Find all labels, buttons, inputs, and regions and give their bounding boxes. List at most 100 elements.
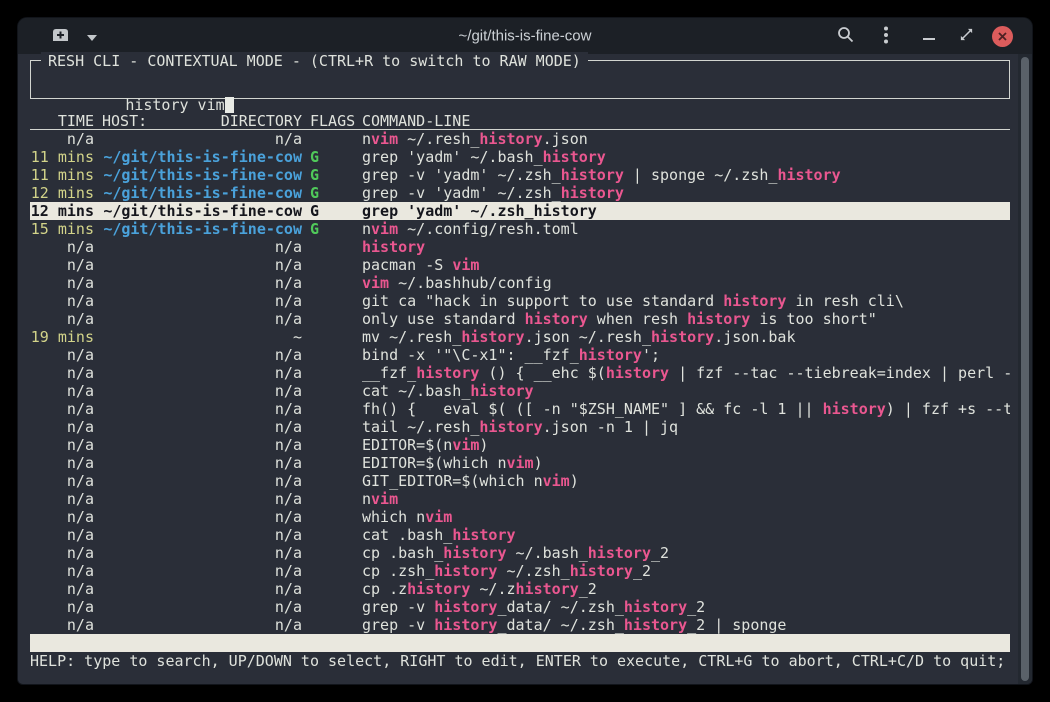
- close-button[interactable]: [990, 24, 1014, 48]
- resh-mode-title: RESH CLI - CONTEXTUAL MODE - (CTRL+R to …: [41, 52, 588, 70]
- history-row[interactable]: n/an/anvim: [30, 490, 1010, 508]
- history-row-selected[interactable]: 12 mins~/git/this-is-fine-cowGgrep 'yadm…: [30, 202, 1010, 220]
- row-time: n/a: [30, 364, 94, 382]
- history-row[interactable]: 19 mins~mv ~/.resh_history.json ~/.resh_…: [30, 328, 1010, 346]
- row-time: n/a: [30, 382, 94, 400]
- row-flags: [310, 292, 354, 310]
- match-highlight: vim: [543, 472, 570, 490]
- row-time: 19 mins: [30, 328, 94, 346]
- history-row[interactable]: 12 mins~/git/this-is-fine-cowGgrep -v 'y…: [30, 184, 1010, 202]
- row-directory: ~/git/this-is-fine-cow: [102, 202, 302, 220]
- match-highlight: history: [651, 328, 714, 346]
- scrollbar-thumb[interactable]: [1021, 57, 1029, 681]
- match-highlight: history: [434, 598, 497, 616]
- row-directory: n/a: [102, 292, 302, 310]
- history-row[interactable]: n/an/anvim ~/.resh_history.json: [30, 130, 1010, 148]
- history-row[interactable]: 11 mins~/git/this-is-fine-cowGgrep 'yadm…: [30, 148, 1010, 166]
- match-highlight: vim: [452, 436, 479, 454]
- table-header: TIME HOST: DIRECTORY FLAGS COMMAND-LINE: [30, 112, 1010, 130]
- history-row[interactable]: n/an/a__fzf_history () { __ehc $(history…: [30, 364, 1010, 382]
- text-cursor: [225, 97, 234, 113]
- row-directory: n/a: [102, 382, 302, 400]
- restore-button[interactable]: [954, 24, 978, 48]
- row-command: cp .zsh_history ~/.zsh_history_2: [362, 562, 1010, 580]
- history-row[interactable]: n/an/afh() { eval $( ([ -n "$ZSH_NAME" ]…: [30, 400, 1010, 418]
- row-time: n/a: [30, 508, 94, 526]
- history-row[interactable]: n/an/acp .zhistory ~/.zhistory_2: [30, 580, 1010, 598]
- new-tab-button[interactable]: [48, 24, 72, 48]
- match-highlight: history: [777, 166, 840, 184]
- row-flags: [310, 562, 354, 580]
- col-header-command: COMMAND-LINE: [362, 112, 1010, 129]
- row-flags: G: [310, 166, 354, 184]
- match-highlight: history: [407, 580, 470, 598]
- row-directory: n/a: [102, 274, 302, 292]
- row-directory: n/a: [102, 454, 302, 472]
- row-time: n/a: [30, 436, 94, 454]
- match-highlight: history: [624, 598, 687, 616]
- row-command: nvim: [362, 490, 1010, 508]
- row-command: __fzf_history () { __ehc $(history | fzf…: [362, 364, 1010, 382]
- search-input[interactable]: history vim: [35, 78, 234, 96]
- match-highlight: vim: [507, 454, 534, 472]
- row-flags: G: [310, 202, 354, 220]
- history-row[interactable]: n/an/agit ca "hack in support to use sta…: [30, 292, 1010, 310]
- match-highlight: history: [543, 148, 606, 166]
- history-row[interactable]: n/an/aonly use standard history when res…: [30, 310, 1010, 328]
- row-flags: [310, 382, 354, 400]
- history-row[interactable]: n/an/awhich nvim: [30, 508, 1010, 526]
- history-row[interactable]: n/an/avim ~/.bashhub/config: [30, 274, 1010, 292]
- row-time: n/a: [30, 346, 94, 364]
- tab-dropdown-button[interactable]: [80, 24, 104, 48]
- match-highlight: vim: [371, 490, 398, 508]
- row-time: n/a: [30, 256, 94, 274]
- row-command: EDITOR=$(nvim): [362, 436, 1010, 454]
- row-command: nvim ~/.config/resh.toml: [362, 220, 1010, 238]
- row-flags: [310, 580, 354, 598]
- row-command: cat ~/.bash_history: [362, 382, 1010, 400]
- row-directory: n/a: [102, 346, 302, 364]
- history-row[interactable]: n/an/acat .bash_history: [30, 526, 1010, 544]
- history-row[interactable]: 11 mins~/git/this-is-fine-cowGgrep -v 'y…: [30, 166, 1010, 184]
- history-row[interactable]: n/an/aGIT_EDITOR=$(which nvim): [30, 472, 1010, 490]
- chevron-down-icon: [87, 29, 97, 44]
- row-time: n/a: [30, 400, 94, 418]
- resh-header-box: RESH CLI - CONTEXTUAL MODE - (CTRL+R to …: [30, 60, 1010, 99]
- row-command: git ca "hack in support to use standard …: [362, 292, 1010, 310]
- row-time: n/a: [30, 472, 94, 490]
- row-command: cat .bash_history: [362, 526, 1010, 544]
- history-row[interactable]: n/an/aEDITOR=$(nvim): [30, 436, 1010, 454]
- row-flags: [310, 256, 354, 274]
- row-time: n/a: [30, 544, 94, 562]
- minimize-button[interactable]: [917, 24, 941, 48]
- history-row[interactable]: n/a n/a cat ~/.bash_history: [30, 382, 1010, 400]
- history-row[interactable]: n/an/acp .zsh_history ~/.zsh_history_2: [30, 562, 1010, 580]
- history-row[interactable]: n/an/agrep -v history_data/ ~/.zsh_histo…: [30, 598, 1010, 616]
- history-row[interactable]: n/an/ahistory: [30, 238, 1010, 256]
- history-table-body: n/an/anvim ~/.resh_history.json11 mins~/…: [30, 130, 1010, 634]
- match-highlight: history: [606, 364, 669, 382]
- menu-button[interactable]: [874, 24, 898, 48]
- history-row[interactable]: n/an/atail ~/.resh_history.json -n 1 | j…: [30, 418, 1010, 436]
- row-flags: [310, 526, 354, 544]
- search-query-text: history vim: [125, 96, 224, 114]
- row-time: n/a: [30, 238, 94, 256]
- history-row[interactable]: 15 mins~/git/this-is-fine-cowGnvim ~/.co…: [30, 220, 1010, 238]
- history-row[interactable]: n/an/aEDITOR=$(which nvim): [30, 454, 1010, 472]
- history-row[interactable]: n/an/abind -x '"\C-x1": __fzf_history';: [30, 346, 1010, 364]
- row-flags: [310, 616, 354, 634]
- match-highlight: history: [516, 580, 579, 598]
- match-highlight: history: [434, 616, 497, 634]
- row-command: tail ~/.resh_history.json -n 1 | jq: [362, 418, 1010, 436]
- row-flags: [310, 508, 354, 526]
- history-row[interactable]: n/an/agrep -v history_data/ ~/.zsh_histo…: [30, 616, 1010, 634]
- row-directory: n/a: [102, 598, 302, 616]
- history-row[interactable]: n/an/acp .bash_history ~/.bash_history_2: [30, 544, 1010, 562]
- row-command: grep -v 'yadm' ~/.zsh_history | sponge ~…: [362, 166, 1010, 184]
- window-title: ~/git/this-is-fine-cow: [459, 28, 592, 45]
- history-row[interactable]: n/an/apacman -S vim: [30, 256, 1010, 274]
- row-command: history: [362, 238, 1010, 256]
- row-flags: [310, 130, 354, 148]
- row-directory: n/a: [102, 256, 302, 274]
- search-button[interactable]: [833, 24, 857, 48]
